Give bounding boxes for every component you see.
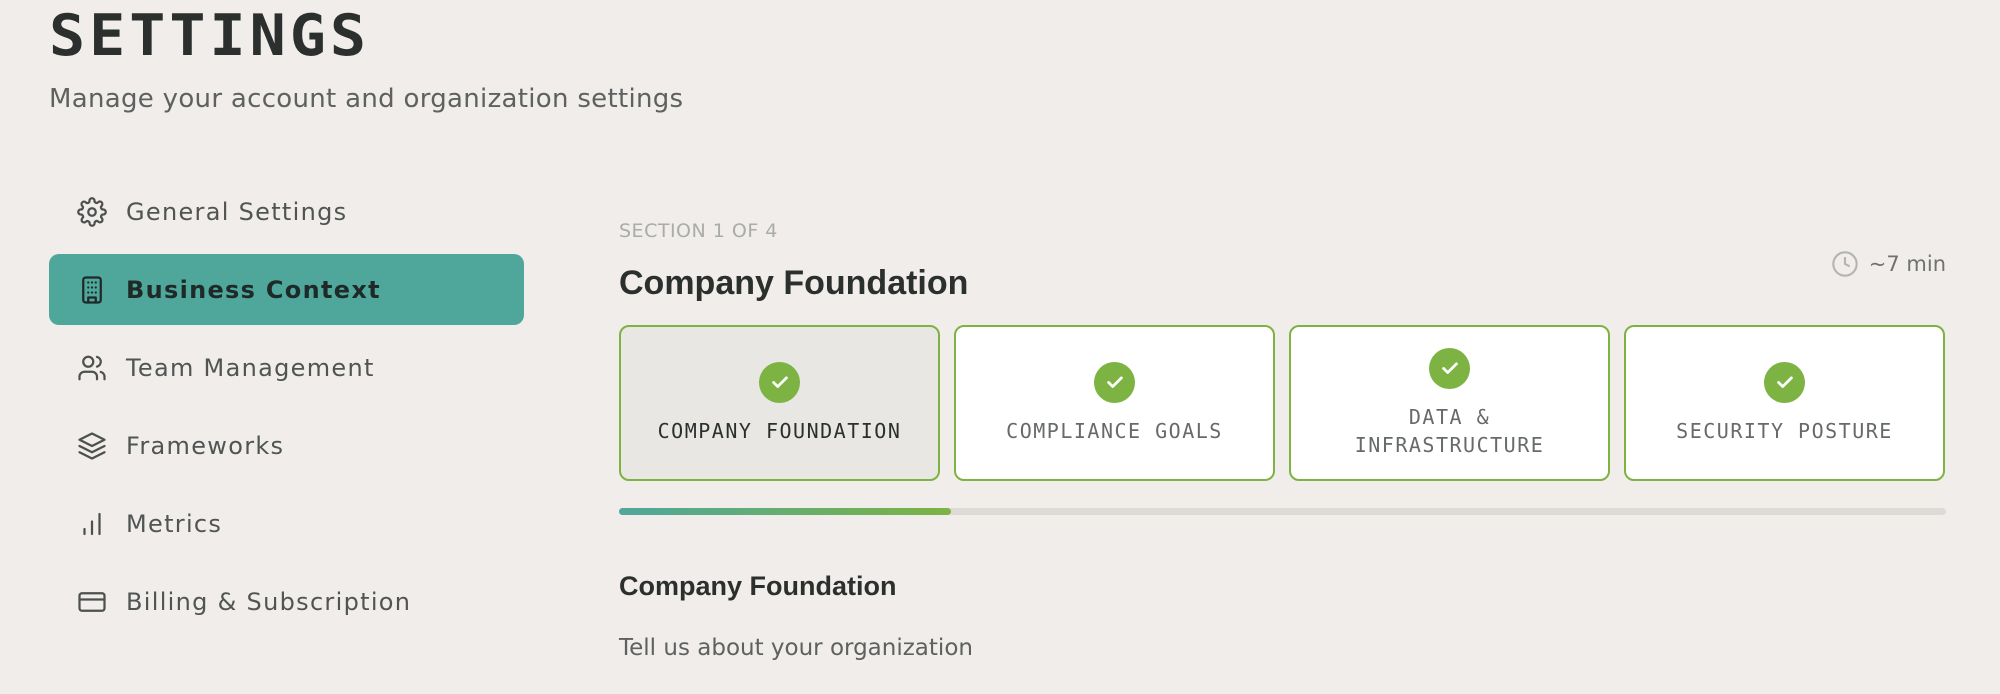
sidebar-item-label: Team Management bbox=[126, 353, 375, 382]
page-subtitle: Manage your account and organization set… bbox=[49, 84, 684, 114]
content-title: Company Foundation bbox=[619, 571, 897, 601]
building-icon bbox=[76, 274, 108, 306]
check-icon bbox=[759, 361, 800, 403]
progress-bar-fill bbox=[619, 508, 951, 515]
sidebar-item-label: Metrics bbox=[126, 509, 223, 538]
check-icon bbox=[1764, 361, 1805, 403]
sidebar-item-billing[interactable]: Billing & Subscription bbox=[49, 566, 524, 637]
step-label: SECURITY POSTURE bbox=[1676, 418, 1893, 443]
credit-card-icon bbox=[76, 586, 108, 618]
sidebar-item-team-management[interactable]: Team Management bbox=[49, 332, 524, 403]
page-title: SETTINGS bbox=[49, 2, 370, 70]
layers-icon bbox=[76, 430, 108, 462]
main-content: SECTION 1 OF 4 Company Foundation ~7 min… bbox=[619, 220, 1946, 661]
sidebar-item-metrics[interactable]: Metrics bbox=[49, 488, 524, 559]
step-label: DATA & INFRASTRUCTURE bbox=[1354, 404, 1545, 457]
sidebar-item-label: Frameworks bbox=[126, 431, 285, 460]
sidebar-item-label: General Settings bbox=[126, 197, 348, 226]
step-card-company-foundation[interactable]: COMPANY FOUNDATION bbox=[619, 325, 940, 481]
sidebar-item-label: Billing & Subscription bbox=[126, 587, 412, 616]
step-label: COMPANY FOUNDATION bbox=[657, 418, 902, 443]
bar-chart-icon bbox=[76, 508, 108, 540]
progress-bar bbox=[619, 508, 1946, 515]
step-cards: COMPANY FOUNDATION COMPLIANCE GOALS DATA… bbox=[619, 325, 1945, 481]
check-icon bbox=[1429, 347, 1470, 389]
sidebar-item-label: Business Context bbox=[126, 275, 381, 304]
step-card-security-posture[interactable]: SECURITY POSTURE bbox=[1624, 325, 1945, 481]
check-icon bbox=[1094, 361, 1135, 403]
sidebar-item-frameworks[interactable]: Frameworks bbox=[49, 410, 524, 481]
step-card-compliance-goals[interactable]: COMPLIANCE GOALS bbox=[954, 325, 1275, 481]
sidebar-item-business-context[interactable]: Business Context bbox=[49, 254, 524, 325]
settings-sidebar: General Settings Business Context Team M… bbox=[49, 176, 524, 644]
section-title: Company Foundation bbox=[619, 264, 969, 302]
content-description: Tell us about your organization bbox=[619, 635, 973, 661]
users-icon bbox=[76, 352, 108, 384]
step-card-data-infrastructure[interactable]: DATA & INFRASTRUCTURE bbox=[1289, 325, 1610, 481]
section-counter: SECTION 1 OF 4 bbox=[619, 220, 778, 242]
sidebar-item-general-settings[interactable]: General Settings bbox=[49, 176, 524, 247]
step-label: COMPLIANCE GOALS bbox=[1006, 418, 1223, 443]
clock-icon bbox=[1832, 251, 1858, 277]
gear-icon bbox=[76, 196, 108, 228]
duration-text: ~7 min bbox=[1868, 252, 1946, 276]
estimated-duration: ~7 min bbox=[1831, 250, 1946, 278]
